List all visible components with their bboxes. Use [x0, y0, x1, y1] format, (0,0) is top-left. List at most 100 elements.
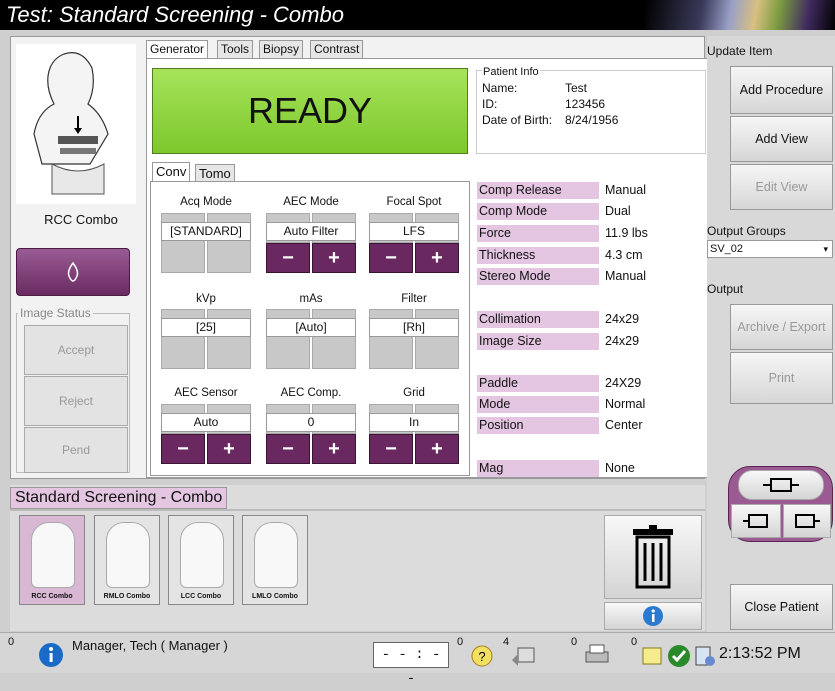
info-icon[interactable]: [38, 642, 64, 668]
exam-status-list: Comp Release Manual Comp Mode Dual Force…: [477, 182, 702, 477]
acq-mode-control[interactable]: [STANDARD]: [161, 213, 251, 273]
output-groups-select[interactable]: SV_02 ▾: [707, 240, 833, 258]
view-thumbnail-rmlo[interactable]: RMLO Combo: [94, 515, 160, 605]
focal-spot-plus-button[interactable]: +: [415, 243, 459, 273]
force-label: Force: [477, 225, 599, 242]
ready-status-display: READY: [152, 68, 468, 154]
chevron-down-icon: ▾: [823, 244, 828, 254]
view-thumbnail-rcc[interactable]: RCC Combo: [19, 515, 85, 605]
mas-label: mAs: [299, 293, 323, 305]
position-value: Center: [605, 418, 643, 432]
aec-sensor-value: Auto: [161, 413, 251, 432]
mode-value: Normal: [605, 397, 646, 411]
timer-value: - - : - -: [381, 647, 441, 687]
patient-name-label: Name:: [482, 81, 518, 95]
output-label: Output: [707, 282, 744, 296]
title-bar: Test: Standard Screening - Combo: [0, 0, 835, 30]
filter-value: [Rh]: [369, 318, 459, 337]
paddle-shift-left-icon: [743, 514, 768, 528]
patient-name-value: Test: [565, 81, 588, 95]
grid-label: Grid: [403, 387, 425, 399]
tab-tomo[interactable]: Tomo: [195, 164, 235, 182]
print-button[interactable]: Print: [730, 352, 833, 404]
info-button[interactable]: [604, 602, 702, 630]
aec-sensor-minus-button[interactable]: −: [161, 434, 205, 464]
view-name-label: RCC Combo: [44, 212, 118, 227]
edit-view-button[interactable]: Edit View: [730, 164, 833, 210]
notes-icon[interactable]: [640, 644, 664, 668]
force-value: 11.9 lbs: [605, 226, 648, 240]
tab-contrast[interactable]: Contrast: [310, 40, 364, 59]
filter-label: Filter: [401, 293, 427, 305]
filter-control[interactable]: [Rh]: [369, 309, 459, 369]
grid-minus-button[interactable]: −: [369, 434, 413, 464]
patient-info-header: Patient Info: [482, 66, 540, 78]
close-patient-button[interactable]: Close Patient: [730, 584, 833, 630]
expose-button[interactable]: [16, 248, 130, 296]
aec-comp-value: 0: [266, 413, 356, 432]
pend-button[interactable]: Pend: [24, 427, 128, 473]
add-procedure-button[interactable]: Add Procedure: [730, 66, 833, 114]
archive-export-button[interactable]: Archive / Export: [730, 304, 833, 350]
kvp-label: kVp: [196, 293, 216, 305]
breast-view-icon: [106, 522, 150, 588]
reject-button[interactable]: Reject: [24, 376, 128, 426]
grid-plus-button[interactable]: +: [415, 434, 459, 464]
image-transfer-icon[interactable]: [510, 644, 540, 668]
collimation-label: Collimation: [477, 311, 599, 328]
kvp-value: [25]: [161, 318, 251, 337]
aec-comp-plus-button[interactable]: +: [312, 434, 356, 464]
focal-spot-label: Focal Spot: [386, 196, 442, 208]
delete-view-button[interactable]: [604, 515, 702, 599]
stereo-mode-value: Manual: [605, 269, 646, 283]
mag-value: None: [605, 461, 635, 475]
mas-value: [Auto]: [266, 318, 356, 337]
accept-button[interactable]: Accept: [24, 325, 128, 375]
view-thumbnail-lmlo[interactable]: LMLO Combo: [242, 515, 308, 605]
mas-control[interactable]: [Auto]: [266, 309, 356, 369]
timer-display: - - : - -: [373, 642, 449, 687]
procedure-name: Standard Screening - Combo: [15, 489, 223, 506]
comp-release-value: Manual: [605, 183, 646, 197]
flame-icon: [67, 262, 79, 282]
add-view-button[interactable]: Add View: [730, 116, 833, 162]
patient-id-label: ID:: [482, 97, 498, 111]
view-illustration: [16, 44, 136, 204]
aec-mode-minus-button[interactable]: −: [266, 243, 310, 273]
output-groups-value: SV_02: [710, 243, 744, 255]
paddle-left-button[interactable]: [731, 504, 781, 538]
kvp-control[interactable]: [25]: [161, 309, 251, 369]
acq-mode-value: [STANDARD]: [161, 222, 251, 241]
user-name[interactable]: Manager, Tech ( Manager ): [72, 638, 228, 653]
aec-mode-label: AEC Mode: [283, 196, 339, 208]
system-status-icon[interactable]: [693, 644, 717, 668]
title-banner-image: [645, 0, 835, 30]
update-item-label: Update Item: [707, 44, 773, 58]
aec-comp-minus-button[interactable]: −: [266, 434, 310, 464]
breast-view-icon: [254, 522, 298, 588]
checkmark-status-icon[interactable]: [667, 644, 691, 668]
help-icon[interactable]: ?: [470, 644, 494, 668]
aec-sensor-plus-button[interactable]: +: [207, 434, 251, 464]
paddle-right-button[interactable]: [783, 504, 831, 538]
aec-mode-plus-button[interactable]: +: [312, 243, 356, 273]
tab-biopsy[interactable]: Biopsy: [259, 40, 304, 59]
tab-conv[interactable]: Conv: [152, 162, 191, 182]
view-thumbnail-lcc[interactable]: LCC Combo: [168, 515, 234, 605]
tab-generator[interactable]: Generator: [146, 40, 209, 59]
paddle-center-button[interactable]: [738, 470, 824, 500]
svg-text:?: ?: [478, 649, 485, 664]
clock-time: 2:13:52 PM: [719, 645, 801, 662]
paddle-label: Paddle: [477, 375, 599, 392]
focal-spot-minus-button[interactable]: −: [369, 243, 413, 273]
procedure-name-tab[interactable]: Standard Screening - Combo: [10, 487, 228, 509]
breast-exam-figure-icon: [33, 52, 109, 195]
acq-mode-label: Acq Mode: [180, 196, 232, 208]
paddle-icon: [763, 478, 799, 492]
tab-tools[interactable]: Tools: [217, 40, 254, 59]
patient-dob-value: 8/24/1956: [565, 113, 619, 127]
breast-view-icon: [31, 522, 75, 588]
trash-can-icon: [633, 525, 673, 589]
printer-icon[interactable]: [582, 642, 612, 668]
timer-count: 0: [457, 636, 464, 648]
